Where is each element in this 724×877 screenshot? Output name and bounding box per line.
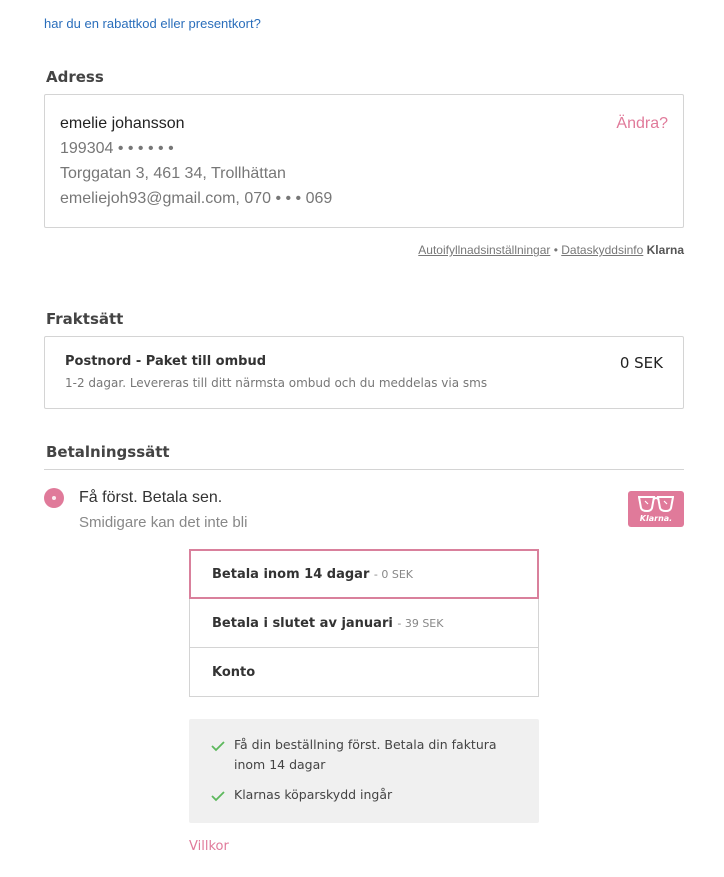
payment-choice-14-days[interactable]: Betala inom 14 dagar - 0 SEK — [189, 549, 539, 599]
change-address-link[interactable]: Ändra? — [616, 115, 668, 133]
shipping-method-name: Postnord - Paket till ombud — [65, 354, 267, 369]
payment-choice-fee: - 0 SEK — [373, 568, 414, 581]
terms-link[interactable]: Villkor — [189, 839, 229, 854]
address-contact: emeliejoh93@gmail.com, 070 • • • 069 — [60, 190, 333, 207]
payment-choice-label: Konto — [212, 665, 256, 680]
discount-code-link[interactable]: har du en rabattkod eller presentkort? — [44, 16, 261, 31]
klarna-badge-text: Klarna. — [639, 514, 673, 523]
payment-choices: Betala inom 14 dagar - 0 SEK Betala i sl… — [189, 549, 539, 697]
payment-option-title[interactable]: Få först. Betala sen. — [79, 489, 222, 507]
payment-choice-account[interactable]: Konto — [189, 647, 539, 697]
autofill-settings-link[interactable]: Autoifyllnadsinställningar — [418, 243, 550, 257]
address-card: emelie johansson 199304 • • • • • • Torg… — [44, 94, 684, 228]
shipping-option-card[interactable]: Postnord - Paket till ombud 1-2 dagar. L… — [44, 336, 684, 409]
address-name: emelie johansson — [60, 115, 185, 132]
payment-section-title: Betalningssätt — [46, 443, 170, 461]
payment-choice-label: Betala i slutet av januari — [212, 616, 393, 631]
klarna-brand-text: Klarna — [646, 243, 684, 257]
shipping-price: 0 SEK — [619, 354, 663, 372]
payment-option-subtitle: Smidigare kan det inte bli — [79, 514, 248, 531]
checkmark-icon — [211, 791, 225, 802]
link-separator: • — [553, 243, 558, 257]
payment-choice-fee: - 39 SEK — [397, 617, 444, 630]
address-personal-number: 199304 • • • • • • — [60, 140, 174, 157]
sunglasses-icon — [638, 496, 674, 513]
klarna-links: Autoifyllnadsinställningar • Dataskyddsi… — [418, 243, 684, 257]
klarna-logo-badge: Klarna. — [628, 491, 684, 527]
benefit-buyer-protection: Klarnas köparskydd ingår — [234, 787, 393, 802]
privacy-info-link[interactable]: Dataskyddsinfo — [561, 243, 643, 257]
benefit-pay-later: Få din beställning först. Betala din fak… — [234, 737, 497, 772]
payment-benefits-box: Få din beställning först. Betala din fak… — [189, 719, 539, 823]
address-section-title: Adress — [46, 68, 104, 86]
shipping-section-title: Fraktsätt — [46, 310, 124, 328]
payment-divider — [44, 469, 684, 470]
address-street: Torggatan 3, 461 34, Trollhättan — [60, 165, 286, 182]
checkmark-icon — [211, 741, 225, 752]
payment-choice-label: Betala inom 14 dagar — [212, 567, 370, 582]
payment-choice-end-of-january[interactable]: Betala i slutet av januari - 39 SEK — [189, 598, 539, 648]
shipping-method-description: 1-2 dagar. Levereras till ditt närmsta o… — [65, 376, 488, 390]
payment-radio-selected[interactable] — [44, 488, 64, 508]
